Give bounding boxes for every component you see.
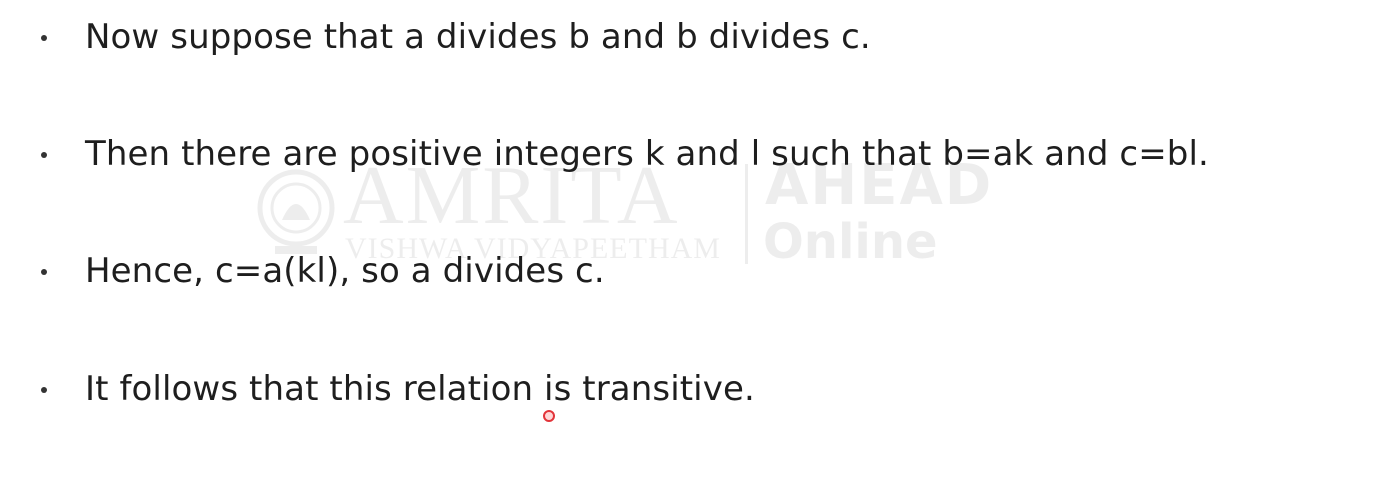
bullet-icon [41, 269, 47, 275]
list-item: Then there are positive integers k and l… [0, 125, 1388, 185]
bullet-icon [41, 152, 47, 158]
bullet-text: It follows that this relation is transit… [85, 369, 755, 409]
bullet-text: Then there are positive integers k and l… [85, 134, 1209, 174]
bullet-icon [41, 35, 47, 41]
bullet-text: Hence, c=a(kl), so a divides c. [85, 251, 605, 291]
list-item: It follows that this relation is transit… [0, 360, 1388, 420]
list-item: Now suppose that a divides b and b divid… [0, 8, 1388, 68]
bullet-icon [41, 387, 47, 393]
laser-pointer-icon [543, 410, 555, 422]
list-item: Hence, c=a(kl), so a divides c. [0, 242, 1388, 302]
bullet-text: Now suppose that a divides b and b divid… [85, 17, 871, 57]
